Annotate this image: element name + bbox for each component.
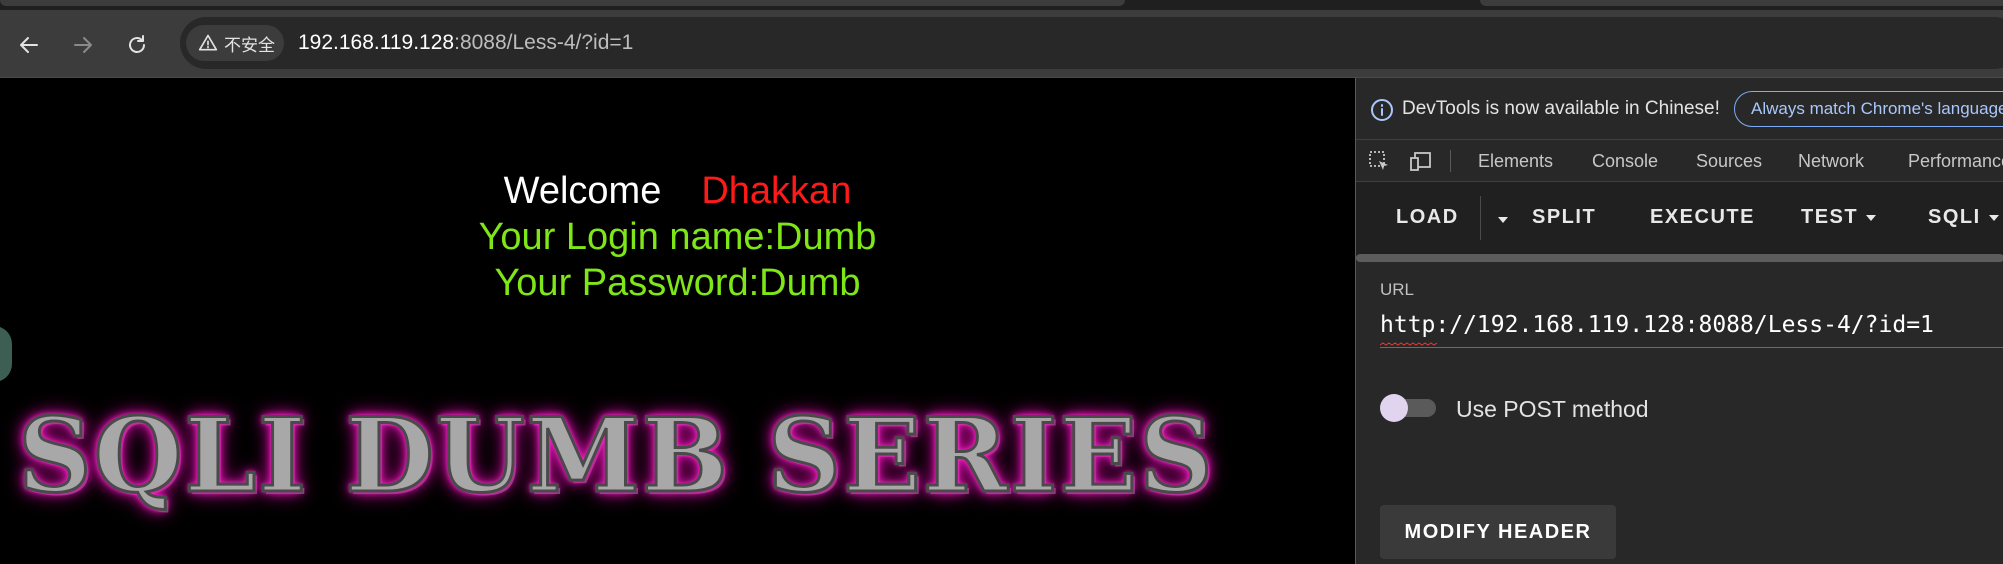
reload-icon [129,35,145,53]
url-host: 192.168.119.128 [298,31,455,54]
hackbar-divider-bar [1356,254,2003,262]
login-name-line: Your Login name:Dumb [478,216,877,258]
address-bar[interactable]: 不安全 192.168.119.128:8088/Less-4/?id=1 [180,17,2003,69]
devtools-panel: DevTools is now available in Chinese! Al… [1355,78,2003,564]
side-panel-handle[interactable] [0,326,12,382]
devtools-info-bar: DevTools is now available in Chinese! Al… [1356,78,2003,140]
back-button[interactable] [12,28,46,62]
url-label: URL [1380,280,1415,299]
url-input-value: http://192.168.119.128:8088/Less-4/?id=1 [1380,312,1934,338]
toggle-knob [1380,394,1408,422]
forward-button[interactable] [66,28,100,62]
split-button[interactable]: SPLIT [1532,206,1596,229]
url-path: :8088/Less-4/?id=1 [454,31,634,54]
reload-button[interactable] [120,28,154,62]
tab-elements[interactable]: Elements [1478,151,1553,172]
load-divider [1480,196,1481,240]
devtools-tab-bar: Elements Console Sources Network Perform… [1356,140,2003,182]
browser-tab[interactable] [1480,0,2003,6]
security-chip[interactable]: 不安全 [186,25,284,61]
modify-header-button[interactable]: MODIFY HEADER [1380,505,1616,559]
password-line: Your Password:Dumb [494,262,861,304]
tab-console[interactable]: Console [1592,151,1658,172]
hackbar-toolbar: LOAD SPLIT EXECUTE TEST SQLI [1356,182,2003,256]
sqli-banner: SQLI DUMB SERIES [17,395,1215,518]
spellcheck-underline [1380,342,1438,346]
chevron-down-icon [1866,214,1877,221]
welcome-line: Welcome Dhakkan [0,170,1355,213]
welcome-name: Dhakkan [701,170,852,212]
inspect-element-icon[interactable] [1366,149,1392,173]
address-url[interactable]: 192.168.119.128:8088/Less-4/?id=1 [298,31,633,55]
load-dropdown-icon[interactable] [1498,217,1508,223]
load-button[interactable]: LOAD [1396,206,1459,229]
tab-sources[interactable]: Sources [1696,151,1762,172]
browser-toolbar: 不安全 192.168.119.128:8088/Less-4/?id=1 [0,10,2003,78]
security-label: 不安全 [224,35,275,56]
sqli-button[interactable]: SQLI [1928,206,1999,229]
tab-network[interactable]: Network [1798,151,1864,172]
warning-icon [198,34,218,51]
chevron-down-icon [1988,214,1999,221]
match-language-button[interactable]: Always match Chrome's language [1734,91,2003,127]
url-input[interactable]: http://192.168.119.128:8088/Less-4/?id=1 [1380,306,2003,348]
post-method-toggle[interactable] [1380,394,1438,422]
test-label: TEST [1801,206,1859,228]
tab-separator [1450,150,1451,172]
arrow-right-icon [74,37,92,53]
info-message: DevTools is now available in Chinese! [1402,98,1720,119]
welcome-word: Welcome [503,170,662,212]
device-toolbar-icon[interactable] [1408,149,1434,173]
tab-performance[interactable]: Performance [1908,151,2003,172]
arrow-left-icon [20,37,38,53]
info-icon [1371,99,1393,121]
execute-button[interactable]: EXECUTE [1650,206,1755,229]
test-button[interactable]: TEST [1801,206,1877,229]
post-method-label: Use POST method [1456,396,1649,422]
page-content: Welcome Dhakkan Your Login name:Dumb Your… [0,78,1355,564]
browser-tab-active[interactable] [0,0,1125,6]
sqli-label: SQLI [1928,206,1981,228]
tab-strip [0,0,2003,10]
